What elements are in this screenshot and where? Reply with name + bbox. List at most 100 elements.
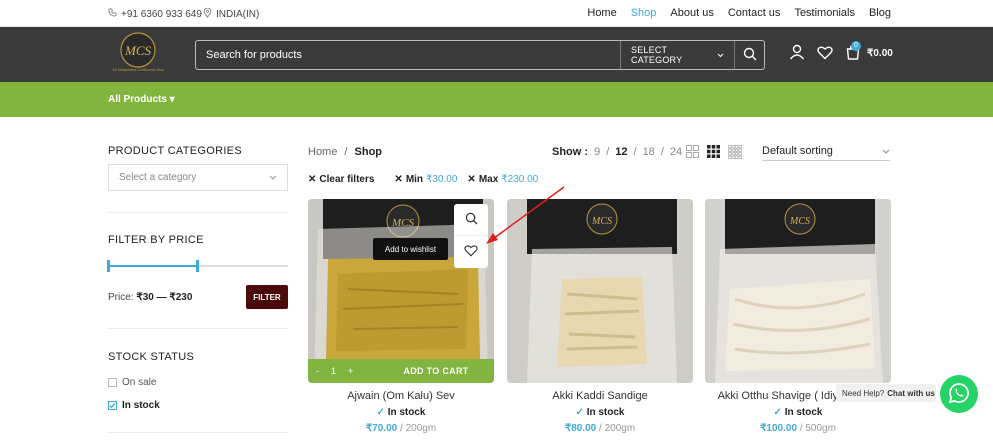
clear-filters-label: Clear filters	[319, 174, 375, 185]
wishlist-heart-icon[interactable]	[817, 45, 833, 63]
product-image[interactable]: MCS - 1 + ADD TO CART	[308, 199, 494, 383]
stock-status: ✓ In stock	[705, 407, 891, 418]
show-12[interactable]: 12	[615, 146, 627, 158]
show-18[interactable]: 18	[643, 146, 655, 158]
chat-with-us-text: Chat with us	[887, 388, 935, 398]
checkmark-icon: ✓	[376, 407, 385, 418]
checkmark-icon	[109, 402, 116, 409]
add-to-cart-button[interactable]: ADD TO CART	[378, 366, 494, 376]
product-name[interactable]: Akki Kaddi Sandige	[507, 390, 693, 402]
search-button[interactable]	[734, 41, 764, 69]
stock-label: In stock	[784, 407, 823, 418]
sidebar-divider	[108, 432, 288, 433]
in-stock-label[interactable]: In stock	[122, 400, 160, 411]
phone-contact[interactable]: +91 6360 933 649	[108, 8, 202, 20]
sorting-select[interactable]: Default sorting	[762, 145, 890, 161]
per-page-selector: Show : 9/ 12/ 18/ 24	[552, 146, 683, 158]
close-icon: ✕	[308, 174, 317, 185]
sidebar-divider	[108, 328, 288, 329]
product-price: ₹70.00 / 200gm	[308, 423, 494, 434]
close-icon: ✕	[467, 174, 476, 185]
header-icons: ₹0.00 0	[789, 41, 893, 63]
svg-text:MCS: MCS	[124, 43, 152, 58]
nav-home[interactable]: Home	[587, 7, 616, 19]
chevron-down-icon	[882, 145, 890, 160]
on-sale-label[interactable]: On sale	[122, 377, 156, 388]
cart-total[interactable]: ₹0.00	[867, 48, 893, 59]
breadcrumb-current: Shop	[354, 146, 383, 158]
category-select[interactable]: SELECT CATEGORY	[620, 41, 734, 69]
location-pin-icon	[203, 7, 212, 21]
nav-shop[interactable]: Shop	[631, 7, 657, 19]
search-bar: Search for products SELECT CATEGORY	[195, 40, 765, 70]
wishlist-tooltip: Add to wishlist	[373, 238, 448, 260]
product-card: MCS - 1 + ADD TO CART Ajwain (Om Kalu) S…	[308, 199, 494, 434]
all-products-menu[interactable]: All Products ▾	[108, 94, 175, 105]
stock-status: ✓ In stock	[507, 407, 693, 418]
price-amount: ₹70.00	[365, 423, 398, 434]
stock-status: ✓ In stock	[308, 407, 494, 418]
grid-view-switcher	[686, 145, 742, 162]
quantity-minus-button[interactable]: -	[316, 366, 319, 376]
on-sale-checkbox[interactable]	[108, 378, 117, 387]
stock-label: In stock	[387, 407, 426, 418]
min-price-filter-chip[interactable]: ✕ Min ₹30.00	[394, 174, 457, 185]
grid-3-icon[interactable]	[707, 145, 720, 162]
clear-filters-button[interactable]: ✕ Clear filters	[308, 174, 374, 185]
search-input[interactable]: Search for products	[196, 49, 620, 61]
close-icon: ✕	[394, 174, 403, 185]
stock-status-title: STOCK STATUS	[108, 351, 195, 363]
site-logo[interactable]: MCS Sri Manjunatha Condiments Stall	[108, 30, 168, 76]
top-navigation: Home Shop About us Contact us Testimonia…	[587, 7, 891, 19]
price-amount: ₹100.00	[760, 423, 798, 434]
grid-4-icon[interactable]	[728, 145, 742, 162]
top-bar: +91 6360 933 649 INDIA(IN) Home Shop Abo…	[0, 0, 993, 27]
account-icon[interactable]	[789, 44, 805, 63]
checkmark-icon: ✓	[773, 407, 782, 418]
svg-text:Sri Manjunatha Condiments Stal: Sri Manjunatha Condiments Stall	[113, 68, 164, 72]
show-9[interactable]: 9	[594, 146, 600, 158]
svg-text:MCS: MCS	[789, 216, 810, 227]
nav-about[interactable]: About us	[670, 7, 713, 19]
category-select-label: SELECT CATEGORY	[631, 45, 683, 65]
search-icon	[465, 212, 478, 228]
price-range-text: Price: ₹30 — ₹230	[108, 292, 192, 303]
quantity-plus-button[interactable]: +	[348, 366, 353, 376]
product-price: ₹100.00 / 500gm	[705, 423, 891, 434]
nav-blog[interactable]: Blog	[869, 7, 891, 19]
quantity-value[interactable]: 1	[331, 366, 336, 376]
price-slider-max-handle[interactable]	[196, 260, 199, 272]
show-label: Show :	[552, 146, 589, 158]
category-filter-select[interactable]: Select a category	[108, 164, 288, 191]
region-selector[interactable]: INDIA(IN)	[203, 7, 259, 21]
svg-text:MCS: MCS	[591, 216, 612, 227]
stock-label: In stock	[586, 407, 625, 418]
breadcrumb: Home / Shop	[308, 146, 382, 158]
price-unit: / 200gm	[400, 423, 437, 434]
in-stock-checkbox[interactable]	[108, 401, 117, 410]
nav-testimonials[interactable]: Testimonials	[794, 7, 855, 19]
price-label: Price:	[108, 292, 134, 303]
whatsapp-help-label[interactable]: Need Help? Chat with us	[836, 384, 936, 402]
product-categories-title: PRODUCT CATEGORIES	[108, 145, 242, 157]
category-filter-label: Select a category	[119, 172, 197, 183]
nav-contact[interactable]: Contact us	[728, 7, 781, 19]
price-slider-min-handle[interactable]	[107, 260, 110, 272]
sidebar-divider	[108, 212, 288, 213]
heart-icon	[464, 244, 478, 260]
phone-number: +91 6360 933 649	[121, 8, 202, 20]
price-unit: / 500gm	[799, 423, 836, 434]
price-slider-range	[108, 265, 198, 267]
whatsapp-chat-button[interactable]	[940, 375, 978, 413]
annotation-arrow-icon	[486, 186, 565, 244]
breadcrumb-home[interactable]: Home	[308, 146, 337, 158]
product-name[interactable]: Ajwain (Om Kalu) Sev	[308, 390, 494, 402]
phone-icon	[108, 8, 117, 20]
min-label: Min	[405, 174, 424, 185]
product-image[interactable]: MCS	[705, 199, 891, 383]
cart-count-badge: 0	[851, 41, 861, 51]
grid-2-icon[interactable]	[686, 145, 699, 162]
show-24[interactable]: 24	[670, 146, 682, 158]
filter-button[interactable]: FILTER	[246, 285, 288, 309]
need-help-text: Need Help?	[842, 388, 885, 398]
